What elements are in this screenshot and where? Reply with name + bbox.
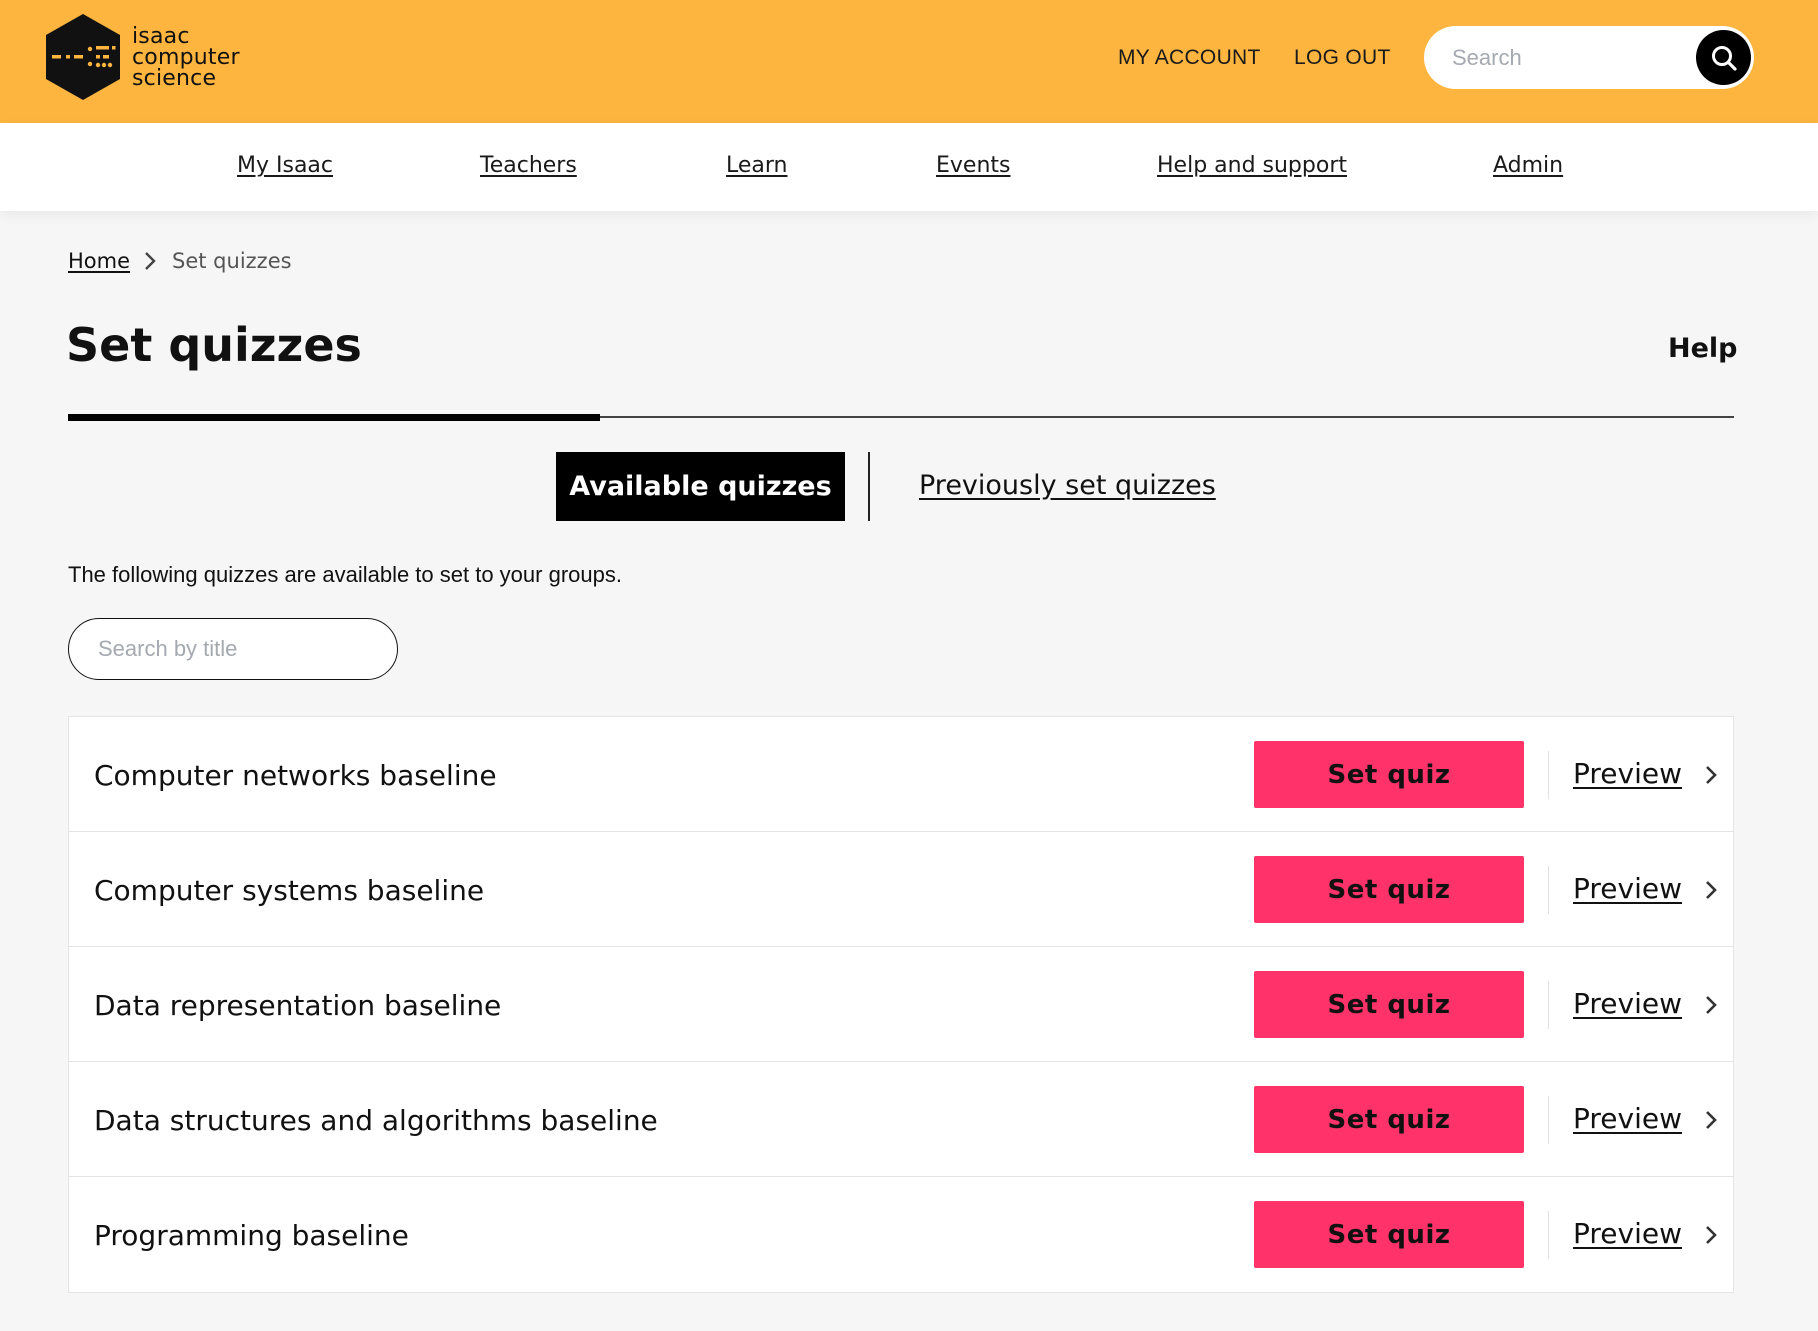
logo-line: isaac (132, 23, 190, 49)
search-input[interactable] (1450, 43, 1680, 72)
logo-line: computer (132, 44, 240, 70)
nav-events[interactable]: Events (936, 153, 1011, 178)
nav-admin[interactable]: Admin (1493, 153, 1563, 178)
nav-learn[interactable]: Learn (726, 153, 788, 178)
set-quiz-button[interactable]: Set quiz (1254, 1201, 1524, 1268)
logo-line: science (132, 65, 217, 91)
title-search-input[interactable] (68, 618, 398, 680)
page-title: Set quizzes (66, 318, 362, 372)
quiz-row: Computer systems baseline Set quiz Previ… (69, 832, 1733, 947)
chevron-right-icon (144, 251, 156, 271)
nav-teachers[interactable]: Teachers (480, 153, 577, 178)
row-divider (1548, 751, 1549, 799)
quiz-title: Computer networks baseline (94, 759, 497, 792)
tab-divider (868, 452, 870, 521)
quiz-list: Computer networks baseline Set quiz Prev… (68, 716, 1734, 1293)
breadcrumb-current: Set quizzes (172, 249, 292, 273)
chevron-right-icon[interactable] (1701, 993, 1721, 1017)
preview-link[interactable]: Preview (1573, 987, 1682, 1020)
row-divider (1548, 866, 1549, 914)
row-divider (1548, 1096, 1549, 1144)
nav-help-and-support[interactable]: Help and support (1157, 153, 1347, 178)
preview-link[interactable]: Preview (1573, 1217, 1682, 1250)
chevron-right-icon[interactable] (1701, 1223, 1721, 1247)
tab-available-quizzes[interactable]: Available quizzes (556, 452, 845, 521)
preview-link[interactable]: Preview (1573, 1102, 1682, 1135)
logo-hexagon-icon (46, 14, 120, 100)
breadcrumb: Home Set quizzes (68, 249, 292, 273)
row-divider (1548, 981, 1549, 1029)
main-nav: My Isaac Teachers Learn Events Help and … (0, 123, 1818, 211)
search-button[interactable] (1696, 30, 1751, 85)
chevron-right-icon[interactable] (1701, 878, 1721, 902)
quiz-title: Data structures and algorithms baseline (94, 1104, 658, 1137)
logo-text: isaac computer science (132, 23, 240, 91)
top-header: isaac computer science MY ACCOUNT LOG OU… (0, 0, 1818, 123)
quiz-row: Data structures and algorithms baseline … (69, 1062, 1733, 1177)
quiz-row: Computer networks baseline Set quiz Prev… (69, 717, 1733, 832)
my-account-link[interactable]: MY ACCOUNT (1118, 46, 1261, 70)
quiz-title: Programming baseline (94, 1219, 409, 1252)
search-icon (1711, 45, 1737, 71)
set-quiz-button[interactable]: Set quiz (1254, 741, 1524, 808)
title-divider-accent (68, 414, 600, 421)
quiz-row: Data representation baseline Set quiz Pr… (69, 947, 1733, 1062)
site-search (1424, 26, 1754, 89)
quiz-title: Computer systems baseline (94, 874, 485, 907)
chevron-right-icon[interactable] (1701, 1108, 1721, 1132)
breadcrumb-home[interactable]: Home (68, 249, 130, 273)
set-quiz-button[interactable]: Set quiz (1254, 971, 1524, 1038)
site-logo[interactable]: isaac computer science (44, 14, 240, 100)
tab-previously-set-quizzes[interactable]: Previously set quizzes (919, 470, 1216, 501)
row-divider (1548, 1211, 1549, 1259)
preview-link[interactable]: Preview (1573, 757, 1682, 790)
set-quiz-button[interactable]: Set quiz (1254, 856, 1524, 923)
quiz-row: Programming baseline Set quiz Preview (69, 1177, 1733, 1292)
log-out-link[interactable]: LOG OUT (1294, 46, 1391, 70)
set-quiz-button[interactable]: Set quiz (1254, 1086, 1524, 1153)
chevron-right-icon[interactable] (1701, 763, 1721, 787)
help-link[interactable]: Help (1668, 333, 1738, 364)
quiz-title: Data representation baseline (94, 989, 502, 1022)
preview-link[interactable]: Preview (1573, 872, 1682, 905)
nav-my-isaac[interactable]: My Isaac (237, 153, 333, 178)
intro-text: The following quizzes are available to s… (68, 562, 622, 587)
